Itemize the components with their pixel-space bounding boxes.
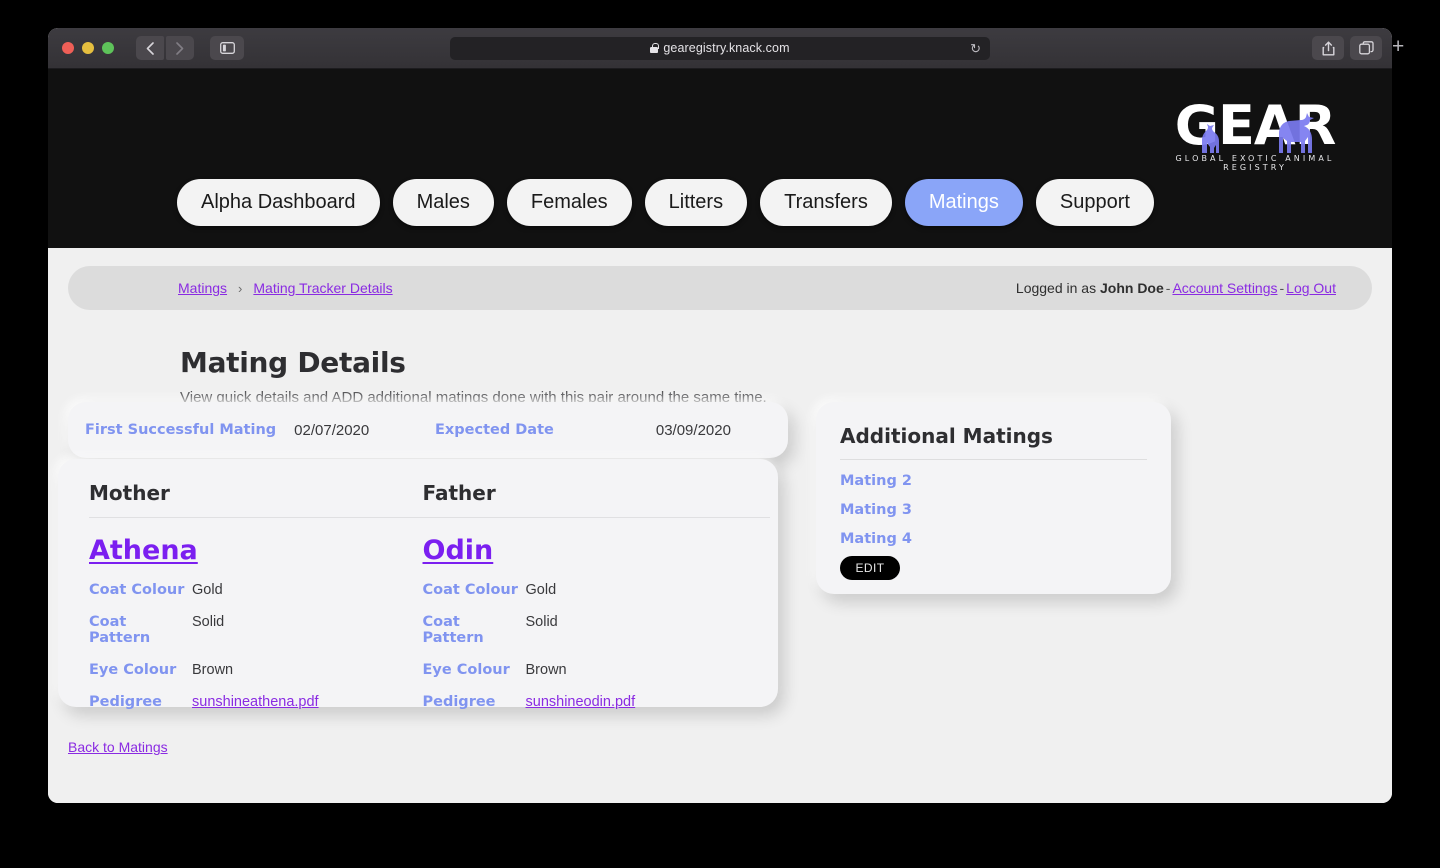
mother-coat-colour-value: Gold [192,582,223,598]
mating-summary-card: First Successful Mating 02/07/2020 Expec… [68,402,788,458]
forward-button[interactable] [166,36,194,60]
copy-tabs-icon [1358,41,1374,55]
back-to-matings-link[interactable]: Back to Matings [68,739,168,755]
additional-matings-card: Additional Matings Mating 2 Mating 3 Mat… [816,402,1171,594]
mother-column: Mother Athena Coat Colour Gold Coat Patt… [89,481,436,710]
share-button[interactable] [1312,36,1344,60]
gear-logo: GEAR GLOBAL EXOTIC ANIMAL REGISTRY [1146,94,1364,173]
first-successful-mating-value: 02/07/2020 [294,421,370,439]
father-pedigree-file-link[interactable]: sunshineodin.pdf [526,694,636,710]
lock-icon [650,43,659,53]
additional-mating-link-4[interactable]: Mating 4 [840,531,1147,547]
sidebar-toggle-button[interactable] [210,36,244,60]
logo-wordmark: GEAR [1174,94,1337,157]
nav-item-transfers[interactable]: Transfers [760,179,892,226]
breadcrumb-item-matings[interactable]: Matings [178,280,227,296]
main-content: Mating Details View quick details and AD… [58,310,1372,755]
mother-eye-colour-label: Eye Colour [89,662,177,678]
browser-nav-buttons [136,36,194,60]
mother-eye-colour-row: Eye Colour Brown [89,662,420,678]
nav-item-males[interactable]: Males [392,179,494,226]
sidebar-icon [219,42,235,54]
nav-item-litters[interactable]: Litters [644,179,748,226]
first-successful-mating-field: First Successful Mating 02/07/2020 [85,422,435,439]
father-name-link[interactable]: Odin [423,535,494,566]
chevron-left-icon [146,41,154,55]
first-successful-mating-label: First Successful Mating [85,422,277,438]
breadcrumb: Matings › Mating Tracker Details [178,280,393,296]
nav-item-matings[interactable]: Matings [904,179,1023,226]
father-coat-pattern-row: Coat Pattern Solid [423,614,751,646]
additional-matings-heading: Additional Matings [840,424,1147,460]
mother-pedigree-file-link[interactable]: sunshineathena.pdf [192,694,319,710]
back-button[interactable] [136,36,164,60]
father-coat-pattern-value: Solid [525,614,558,630]
expected-date-field: Expected Date 03/09/2020 [435,422,731,439]
log-out-link[interactable]: Log Out [1286,280,1336,296]
account-separator-1: - [1165,280,1171,296]
mother-pedigree-label: Pedigree [89,694,163,710]
main-navigation: Alpha Dashboard Males Females Litters Tr… [177,179,1154,226]
logged-in-username: John Doe [1099,280,1164,296]
parents-card: Mother Athena Coat Colour Gold Coat Patt… [58,459,778,710]
mother-pedigree-row: Pedigree sunshineathena.pdf [89,694,420,710]
father-pedigree-label: Pedigree [422,694,496,710]
address-bar[interactable]: gearegistry.knack.com ↻ [450,36,990,60]
edit-button[interactable]: EDIT [840,556,900,580]
nav-item-females[interactable]: Females [506,179,632,226]
expected-date-label: Expected Date [435,422,554,438]
father-coat-colour-row: Coat Colour Gold [423,582,751,598]
mother-heading: Mother [89,481,436,518]
close-window-button[interactable] [62,42,74,54]
page-body: Matings › Mating Tracker Details Logged … [48,266,1392,803]
page-title: Mating Details [180,346,406,379]
logo-tagline: GLOBAL EXOTIC ANIMAL REGISTRY [1175,154,1335,172]
tab-overview-button[interactable] [1350,36,1382,60]
account-separator-2: - [1279,280,1285,296]
account-settings-link[interactable]: Account Settings [1172,280,1277,296]
nav-item-support[interactable]: Support [1035,179,1154,226]
father-coat-colour-label: Coat Colour [422,582,518,598]
father-coat-colour-value: Gold [525,582,557,598]
expected-date-value: 03/09/2020 [655,421,731,439]
browser-titlebar: gearegistry.knack.com ↻ [48,28,1392,69]
father-column: Father Odin Coat Colour Gold Coat Patter… [420,481,770,710]
reload-icon[interactable]: ↻ [970,42,981,55]
father-coat-pattern-label: Coat Pattern [422,614,484,646]
chevron-right-icon [176,41,184,55]
father-eye-colour-label: Eye Colour [422,662,510,678]
breadcrumb-item-mating-tracker-details[interactable]: Mating Tracker Details [253,280,392,296]
chevron-right-icon: › [238,280,243,296]
father-heading: Father [422,481,770,518]
mother-coat-pattern-label: Coat Pattern [89,614,151,646]
site-header: GEAR GLOBAL EXOTIC ANIMAL REGISTRY Alpha… [48,69,1392,248]
mother-coat-colour-label: Coat Colour [89,582,185,598]
browser-right-controls [1312,36,1382,60]
father-eye-colour-value: Brown [525,662,567,678]
father-pedigree-row: Pedigree sunshineodin.pdf [423,694,751,710]
mother-coat-colour-row: Coat Colour Gold [89,582,420,598]
father-eye-colour-row: Eye Colour Brown [423,662,751,678]
mother-coat-pattern-row: Coat Pattern Solid [89,614,420,646]
share-icon [1322,41,1334,55]
additional-mating-link-2[interactable]: Mating 2 [840,473,1147,489]
minimize-window-button[interactable] [82,42,94,54]
additional-mating-link-3[interactable]: Mating 3 [840,502,1147,518]
browser-window: gearegistry.knack.com ↻ GEAR GLOBAL EXOT… [48,28,1392,803]
account-status: Logged in as John Doe - Account Settings - L… [1016,280,1336,296]
mother-eye-colour-value: Brown [192,662,234,678]
window-traffic-lights [62,42,114,54]
url-text: gearegistry.knack.com [663,41,790,55]
breadcrumb-bar: Matings › Mating Tracker Details Logged … [68,266,1372,310]
logged-in-prefix: Logged in as [1015,280,1097,296]
mother-name-link[interactable]: Athena [89,535,198,566]
new-tab-button[interactable]: + [1392,36,1404,57]
mother-coat-pattern-value: Solid [192,614,225,630]
nav-item-alpha-dashboard[interactable]: Alpha Dashboard [177,179,380,226]
maximize-window-button[interactable] [102,42,114,54]
